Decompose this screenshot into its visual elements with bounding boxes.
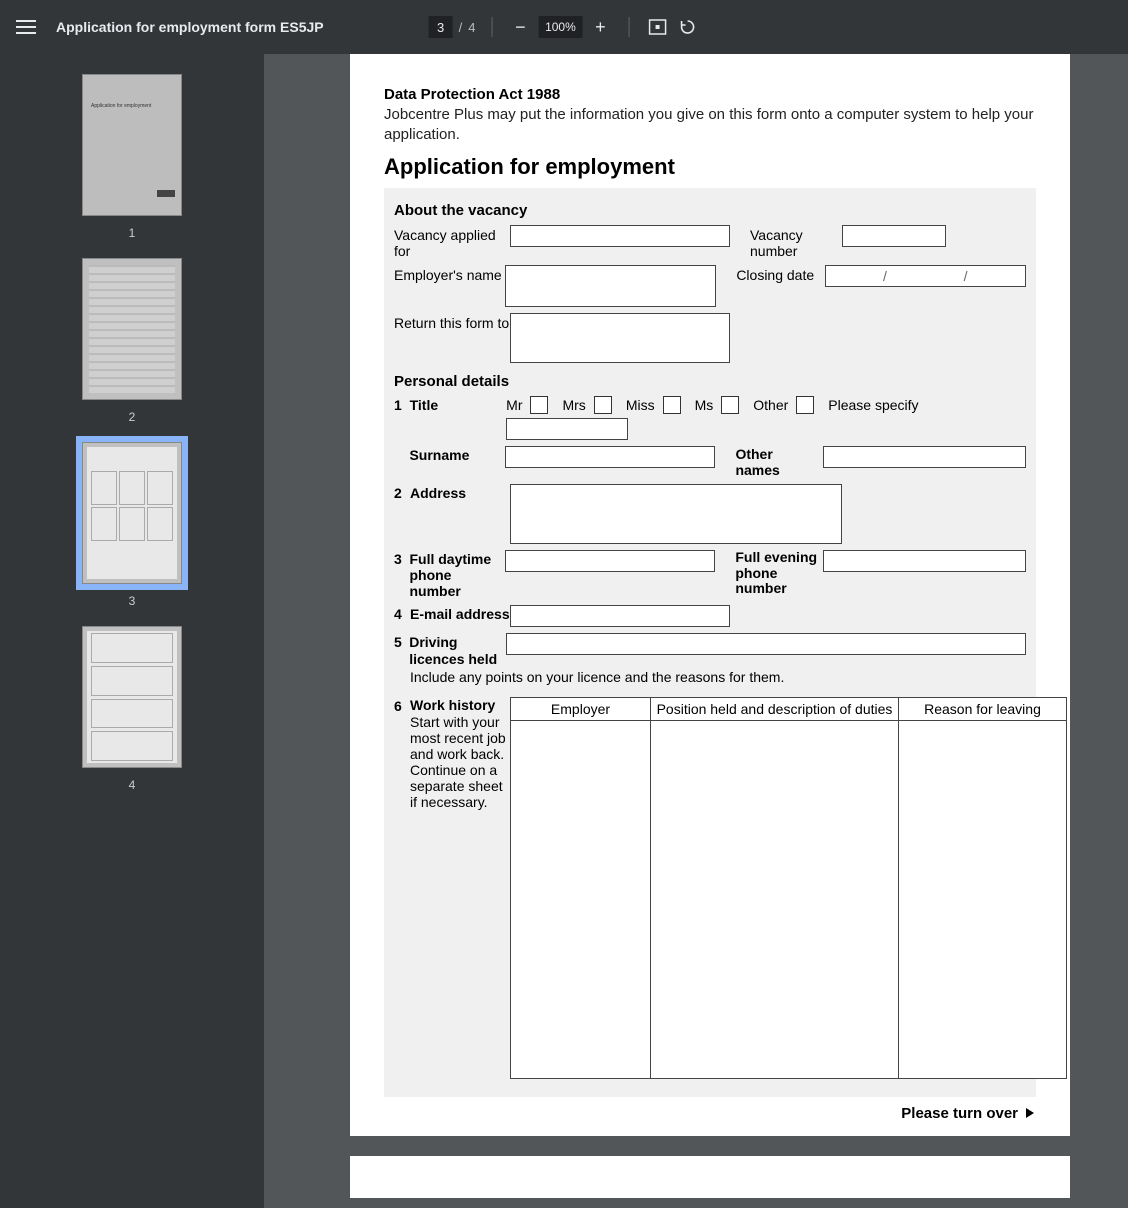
thumbnail-sidebar[interactable]: Application for employment 1 2 3 4 [0,54,264,1208]
label-email: E-mail address [410,605,510,622]
input-email[interactable] [510,605,730,627]
input-eve-phone[interactable] [823,550,1026,572]
q2-number: 2 [394,484,406,501]
licence-note: Include any points on your licence and t… [410,669,1026,685]
thumb-1-text: Application for employment [91,103,151,109]
document-viewport[interactable]: Data Protection Act 1988 Jobcentre Plus … [264,54,1128,1208]
zoom-out-button[interactable]: − [508,15,532,39]
arrow-right-icon [1026,1108,1034,1118]
col-employer: Employer [511,697,651,720]
option-mrs-label: Mrs [562,397,585,413]
checkbox-mrs[interactable] [594,396,612,414]
thumb-1-label: 1 [129,226,136,240]
input-address[interactable] [510,484,842,544]
page-number-input[interactable] [429,16,453,38]
toolbar-center: / 4 − 100% + [429,15,700,39]
label-day-phone: Full daytime phone number [409,550,505,599]
page-total: 4 [468,20,475,35]
zoom-level[interactable]: 100% [538,16,582,38]
input-vacancy-number[interactable] [842,225,946,247]
menu-icon[interactable] [16,15,40,39]
input-closing-date[interactable]: // [825,265,1026,287]
checkbox-miss[interactable] [663,396,681,414]
option-ms-label: Ms [695,397,714,413]
thumb-3-label: 3 [129,594,136,608]
cell-employer[interactable] [511,720,651,1078]
label-vacancy-number: Vacancy number [750,225,842,259]
q5-number: 5 [394,633,405,650]
checkbox-ms[interactable] [721,396,739,414]
turn-over-note: Please turn over [384,1105,1034,1122]
zoom-in-button[interactable]: + [588,15,612,39]
page-4-peek [350,1156,1070,1198]
thumbnail-3[interactable]: 3 [0,442,264,608]
section-about-vacancy: About the vacancy [394,202,1026,219]
thumb-4-label: 4 [129,778,136,792]
q4-number: 4 [394,605,406,622]
page-3: Data Protection Act 1988 Jobcentre Plus … [350,54,1070,1136]
input-licences[interactable] [506,633,1026,655]
label-other-names: Other names [735,446,817,478]
q3-number: 3 [394,550,405,567]
checkbox-other[interactable] [796,396,814,414]
input-title-specify[interactable] [506,418,628,440]
fit-page-icon[interactable] [645,15,669,39]
label-address: Address [410,484,510,501]
q1-title-label: Title [410,396,507,413]
work-history-sub: Start with your most recent job and work… [410,714,510,811]
label-closing-date: Closing date [736,265,824,283]
toolbar-divider [628,17,629,37]
input-other-names[interactable] [823,446,1026,468]
label-employer-name: Employer's name [394,265,505,283]
data-protection-text: Jobcentre Plus may put the information y… [384,105,1036,144]
page-separator: / [459,20,463,35]
label-vacancy-applied: Vacancy applied for [394,225,510,259]
thumb-2-label: 2 [129,410,136,424]
section-personal-details: Personal details [394,373,1026,390]
thumbnail-2[interactable]: 2 [0,258,264,424]
document-title: Application for employment form ES5JP [56,19,324,35]
checkbox-mr[interactable] [530,396,548,414]
label-work-history: Work history [410,697,495,714]
input-employer-name[interactable] [505,265,716,307]
main-area: Application for employment 1 2 3 4 Data … [0,54,1128,1208]
input-surname[interactable] [505,446,715,468]
option-miss-label: Miss [626,397,655,413]
label-please-specify: Please specify [828,397,918,413]
label-surname: Surname [409,446,505,463]
label-licences: Driving licences held [409,633,506,666]
thumbnail-4[interactable]: 4 [0,626,264,792]
input-return-to[interactable] [510,313,730,363]
rotate-icon[interactable] [675,15,699,39]
thumbnail-1[interactable]: Application for employment 1 [0,74,264,240]
cell-reason[interactable] [899,720,1067,1078]
q1-number: 1 [394,396,406,413]
input-vacancy-applied[interactable] [510,225,730,247]
col-position: Position held and description of duties [651,697,899,720]
cell-position[interactable] [651,720,899,1078]
data-protection-heading: Data Protection Act 1988 [384,86,1036,103]
toolbar-divider [491,17,492,37]
option-other-label: Other [753,397,788,413]
work-history-table: Employer Position held and description o… [510,697,1067,1079]
form-panel: About the vacancy Vacancy applied for Va… [384,188,1036,1097]
pdf-toolbar: Application for employment form ES5JP / … [0,0,1128,54]
q6-number: 6 [394,697,406,714]
input-day-phone[interactable] [505,550,715,572]
label-return-to: Return this form to [394,313,510,331]
page-title: Application for employment [384,154,1036,180]
col-reason: Reason for leaving [899,697,1067,720]
option-mr-label: Mr [506,397,522,413]
label-eve-phone: Full evening phone number [735,550,823,596]
